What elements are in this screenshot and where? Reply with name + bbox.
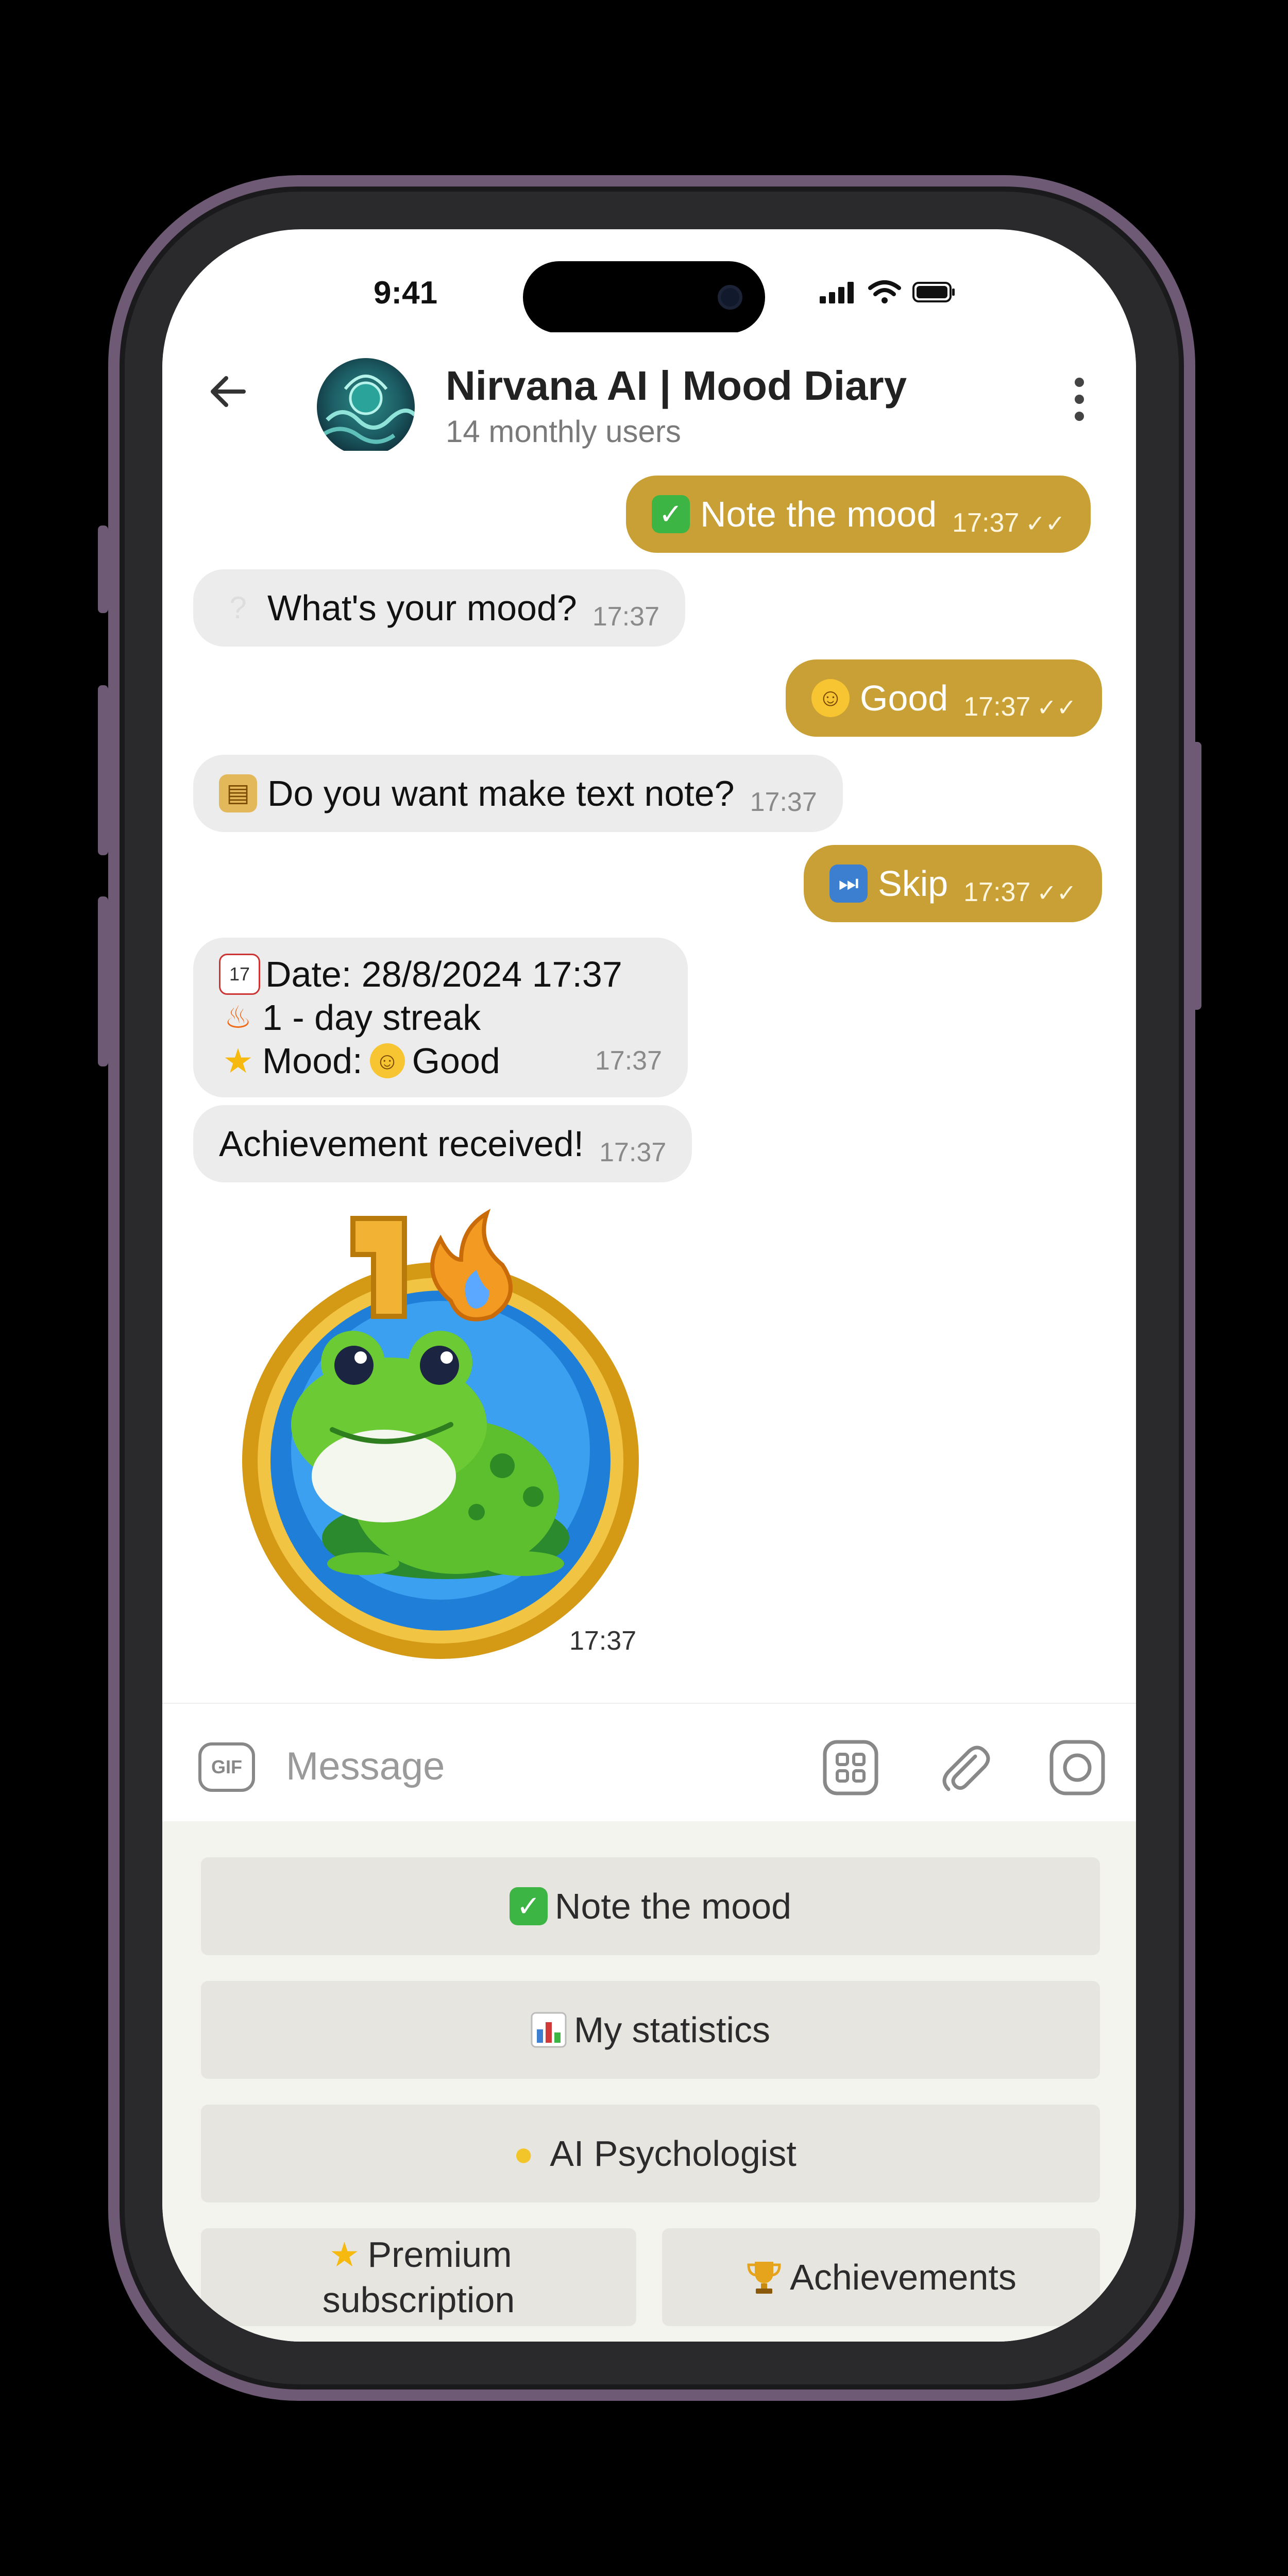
smiling-face-emoji: ☺ <box>811 679 850 717</box>
read-ticks-icon: ✓✓ <box>1037 879 1077 906</box>
status-time: 9:41 <box>374 275 438 311</box>
entry-streak: 1 - day streak <box>262 997 481 1038</box>
message-time: 17:37 ✓✓ <box>952 508 1065 538</box>
back-arrow-icon[interactable] <box>208 371 249 412</box>
button-label: My statistics <box>573 2010 771 2050</box>
my-statistics-button[interactable]: My statistics <box>201 1981 1100 2079</box>
star-emoji: ★ <box>223 1042 253 1080</box>
bot-commands-icon[interactable] <box>822 1739 879 1797</box>
dynamic-island <box>523 261 765 333</box>
read-ticks-icon: ✓✓ <box>1037 694 1077 721</box>
message-outgoing[interactable]: ☺ Good 17:37 ✓✓ <box>786 659 1103 737</box>
battery-icon <box>912 282 955 302</box>
message-time: 17:37 <box>750 787 817 817</box>
achievements-button[interactable]: Achievements <box>662 2228 1100 2326</box>
message-text: Good <box>860 678 948 718</box>
camera-lens <box>718 285 742 310</box>
power-button <box>1190 742 1201 1010</box>
message-text: Achievement received! <box>219 1124 584 1164</box>
message-incoming[interactable]: 17 Date: 28/8/2024 17:37 ♨ 1 - day strea… <box>193 938 688 1097</box>
check-mark-emoji: ✓ <box>509 1887 548 1925</box>
note-the-mood-button[interactable]: ✓ Note the mood <box>201 1857 1100 1955</box>
message-time: 17:37 ✓✓ <box>963 692 1077 722</box>
signal-icon <box>820 282 854 303</box>
gif-button[interactable]: GIF <box>198 1742 255 1792</box>
message-text: Note the mood <box>700 494 937 534</box>
chat-title: Nirvana AI | Mood Diary <box>446 363 907 409</box>
question-mark-emoji: ? <box>229 590 247 625</box>
message-incoming[interactable]: Achievement received! 17:37 <box>193 1105 692 1182</box>
calendar-emoji: 17 <box>219 954 260 995</box>
message-input-bar: GIF Message <box>162 1703 1136 1822</box>
volume-up-button <box>98 685 108 855</box>
button-label-line2: subscription <box>322 2280 515 2320</box>
bot-avatar[interactable] <box>317 358 415 456</box>
message-outgoing[interactable]: ⏭ Skip 17:37 ✓✓ <box>804 845 1103 922</box>
avatar-art-icon <box>320 375 415 444</box>
message-text: Skip <box>878 863 948 904</box>
check-mark-emoji: ✓ <box>652 495 690 533</box>
more-options-icon[interactable] <box>1069 376 1090 422</box>
status-bar: 9:41 <box>162 229 1136 333</box>
smiling-face-emoji: ☺ <box>369 1043 405 1078</box>
message-text: What's your mood? <box>267 588 577 628</box>
entry-mood-value: Good <box>412 1041 500 1081</box>
camera-icon[interactable] <box>1048 1739 1106 1797</box>
star-emoji: ★ <box>329 2235 360 2274</box>
chat-subtitle: 14 monthly users <box>446 414 681 449</box>
volume-down-button <box>98 896 108 1066</box>
message-outgoing[interactable]: ✓ Note the mood 17:37 ✓✓ <box>626 476 1091 553</box>
entry-date: Date: 28/8/2024 17:37 <box>265 954 622 994</box>
message-incoming[interactable]: ? What's your mood? 17:37 <box>193 569 685 647</box>
message-time: 17:37 ✓✓ <box>963 877 1077 907</box>
achievement-sticker[interactable] <box>234 1208 657 1672</box>
trophy-emoji <box>747 2262 781 2294</box>
message-time: 17:37 <box>599 1138 667 1167</box>
message-time: 17:37 <box>592 602 659 632</box>
bar-chart-emoji <box>531 2012 567 2048</box>
button-label: AI Psychologist <box>550 2133 796 2174</box>
light-bulb-emoji: ● <box>513 2134 534 2173</box>
skip-emoji: ⏭ <box>829 865 868 903</box>
bot-reply-keyboard: ✓ Note the mood My statistics ● AI Psych… <box>162 1821 1136 2342</box>
attach-paperclip-icon[interactable] <box>935 1739 993 1797</box>
chat-header: Nirvana AI | Mood Diary 14 monthly users <box>162 332 1136 456</box>
button-label: Achievements <box>790 2257 1016 2297</box>
action-button <box>98 526 108 613</box>
button-label-line1: Premium <box>367 2234 512 2275</box>
button-label: Note the mood <box>554 1886 792 1926</box>
message-input[interactable]: Message <box>286 1744 445 1789</box>
entry-mood-label: Mood: <box>262 1041 363 1081</box>
message-time: 17:37 <box>595 1046 662 1076</box>
read-ticks-icon: ✓✓ <box>1025 510 1065 537</box>
notebook-emoji: ▤ <box>219 774 257 812</box>
ai-psychologist-button[interactable]: ● AI Psychologist <box>201 2105 1100 2202</box>
fire-emoji: ♨ <box>224 1000 252 1035</box>
sticker-time: 17:37 <box>569 1626 637 1656</box>
phone-screen: 9:41 Nirvana AI | Mood Diary 14 monthly … <box>162 229 1136 2342</box>
wifi-icon <box>868 280 901 303</box>
premium-subscription-button[interactable]: ★ Premium subscription <box>201 2228 636 2326</box>
status-icons <box>820 280 956 303</box>
message-incoming[interactable]: ▤ Do you want make text note? 17:37 <box>193 755 843 832</box>
message-text: Do you want make text note? <box>267 773 735 814</box>
